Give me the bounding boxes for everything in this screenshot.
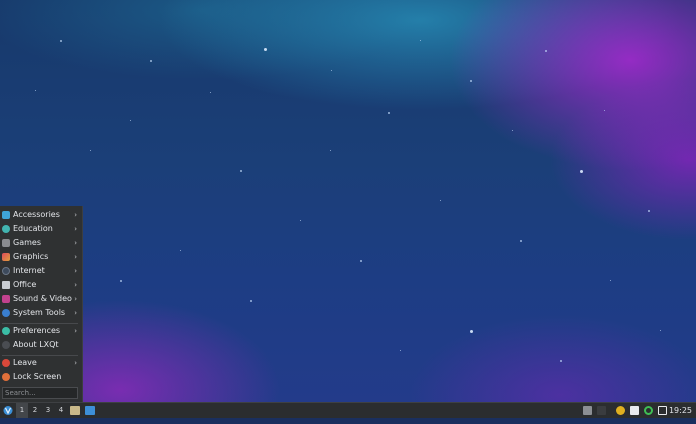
games-icon bbox=[2, 239, 10, 247]
education-icon bbox=[2, 225, 10, 233]
lock-screen-icon bbox=[2, 373, 10, 381]
menu-item-internet[interactable]: Internet › bbox=[0, 264, 82, 278]
leave-icon bbox=[2, 359, 10, 367]
menu-item-lock-screen[interactable]: Lock Screen bbox=[0, 370, 82, 384]
file-manager-icon bbox=[70, 406, 80, 415]
menu-item-label: About LXQt bbox=[13, 340, 59, 349]
menu-item-label: Accessories bbox=[13, 210, 60, 219]
graphics-icon bbox=[2, 253, 10, 261]
menu-item-label: System Tools bbox=[13, 308, 66, 317]
sound-video-icon bbox=[2, 295, 10, 303]
notes-tray-icon[interactable] bbox=[630, 406, 639, 415]
menu-item-office[interactable]: Office › bbox=[0, 278, 82, 292]
workspace-label: 4 bbox=[58, 406, 64, 414]
chevron-right-icon: › bbox=[74, 327, 77, 335]
taskbar: 1 2 3 4 19:25 bbox=[0, 402, 696, 418]
menu-search-box bbox=[2, 387, 78, 399]
application-menu: Accessories › Education › Games › Graphi… bbox=[0, 206, 83, 402]
chevron-right-icon: › bbox=[74, 267, 77, 275]
menu-item-graphics[interactable]: Graphics › bbox=[0, 250, 82, 264]
network-tray-icon[interactable] bbox=[644, 406, 653, 415]
chevron-right-icon: › bbox=[74, 239, 77, 247]
menu-item-label: Internet bbox=[13, 266, 45, 275]
menu-item-label: Games bbox=[13, 238, 41, 247]
menu-item-accessories[interactable]: Accessories › bbox=[0, 208, 82, 222]
preferences-icon bbox=[2, 327, 10, 335]
menu-item-label: Education bbox=[13, 224, 53, 233]
chevron-right-icon: › bbox=[74, 253, 77, 261]
menu-item-about-lxqt[interactable]: About LXQt bbox=[0, 338, 82, 352]
display-tray-icon[interactable] bbox=[658, 406, 667, 415]
chevron-right-icon: › bbox=[74, 225, 77, 233]
workspace-4-button[interactable]: 4 bbox=[55, 403, 67, 418]
menu-item-label: Sound & Video bbox=[13, 294, 72, 303]
show-desktop-launcher[interactable] bbox=[84, 403, 96, 418]
chevron-right-icon: › bbox=[74, 359, 77, 367]
volume-tray-icon[interactable] bbox=[597, 406, 606, 415]
menu-item-sound-video[interactable]: Sound & Video › bbox=[0, 292, 82, 306]
workspace-1-button[interactable]: 1 bbox=[16, 403, 28, 418]
accessories-icon bbox=[2, 211, 10, 219]
desktop-wallpaper bbox=[0, 0, 696, 402]
menu-item-label: Lock Screen bbox=[13, 372, 62, 381]
chevron-right-icon: › bbox=[74, 281, 77, 289]
search-input[interactable] bbox=[3, 388, 77, 398]
clock[interactable]: 19:25 bbox=[669, 403, 692, 418]
menu-item-leave[interactable]: Leave › bbox=[0, 356, 82, 370]
workspace-label: 3 bbox=[45, 406, 51, 414]
chevron-right-icon: › bbox=[74, 211, 77, 219]
clipboard-tray-icon[interactable] bbox=[583, 406, 592, 415]
menu-item-preferences[interactable]: Preferences › bbox=[0, 324, 82, 338]
workspace-label: 2 bbox=[32, 406, 38, 414]
workspace-3-button[interactable]: 3 bbox=[42, 403, 54, 418]
menu-item-label: Leave bbox=[13, 358, 37, 367]
chevron-right-icon: › bbox=[74, 309, 77, 317]
menu-item-education[interactable]: Education › bbox=[0, 222, 82, 236]
start-menu-button[interactable] bbox=[2, 403, 14, 418]
internet-icon bbox=[2, 267, 10, 275]
menu-item-label: Office bbox=[13, 280, 37, 289]
lxqt-icon bbox=[2, 341, 10, 349]
system-tools-icon bbox=[2, 309, 10, 317]
show-desktop-icon bbox=[85, 406, 95, 415]
chevron-right-icon: › bbox=[74, 295, 77, 303]
update-tray-icon[interactable] bbox=[616, 406, 625, 415]
lxqt-start-icon bbox=[3, 406, 13, 415]
menu-item-games[interactable]: Games › bbox=[0, 236, 82, 250]
office-icon bbox=[2, 281, 10, 289]
workspace-label: 1 bbox=[19, 406, 25, 414]
menu-item-label: Preferences bbox=[13, 326, 61, 335]
workspace-2-button[interactable]: 2 bbox=[29, 403, 41, 418]
menu-item-label: Graphics bbox=[13, 252, 49, 261]
menu-item-system-tools[interactable]: System Tools › bbox=[0, 306, 82, 320]
file-manager-launcher[interactable] bbox=[69, 403, 81, 418]
